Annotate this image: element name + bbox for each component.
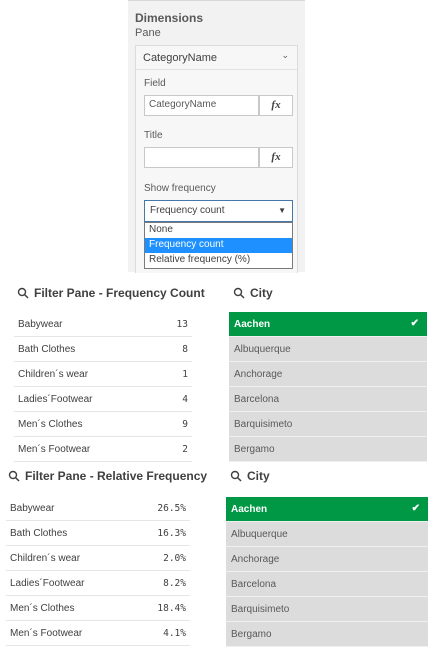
item-frequency: 1 — [182, 369, 188, 380]
city-pane-2-title: City — [247, 469, 270, 483]
item-frequency: 2 — [182, 444, 188, 455]
item-frequency: 26.5% — [157, 503, 186, 514]
item-frequency: 2.0% — [163, 553, 186, 564]
option-relative-frequency[interactable]: Relative frequency (%) — [145, 253, 292, 268]
city-item[interactable]: Barcelona — [229, 387, 427, 412]
city-item[interactable]: Bergamo — [226, 622, 428, 647]
item-name: Babywear — [10, 503, 55, 514]
search-icon[interactable] — [17, 287, 29, 299]
filter-pane-count-title: Filter Pane - Frequency Count — [34, 286, 205, 300]
city-name: Barcelona — [231, 579, 277, 590]
panel-heading: Dimensions — [135, 11, 204, 25]
city-name: Albuquerque — [234, 344, 291, 355]
list-item[interactable]: Bath Clothes 16.3% — [6, 521, 190, 546]
search-icon[interactable] — [230, 470, 242, 482]
list-item[interactable]: Bath Clothes 8 — [14, 337, 192, 362]
item-frequency: 8 — [182, 344, 188, 355]
item-name: Babywear — [18, 319, 63, 330]
title-input[interactable] — [144, 147, 259, 168]
list-item[interactable]: Ladies´Footwear 8.2% — [6, 571, 190, 596]
filter-pane-relative-list: Babywear 26.5% Bath Clothes 16.3% Children… — [6, 496, 190, 646]
list-item[interactable]: Babywear 26.5% — [6, 496, 190, 521]
list-item[interactable]: Men´s Clothes 18.4% — [6, 596, 190, 621]
check-icon: ✔ — [410, 318, 419, 329]
show-frequency-options: None Frequency count Relative frequency … — [144, 222, 293, 269]
dimension-card-header[interactable]: CategoryName ⌄ — [136, 46, 297, 70]
properties-panel: Dimensions Pane CategoryName ⌄ Field Cat… — [128, 0, 305, 273]
item-name: Ladies´Footwear — [18, 394, 93, 405]
search-icon[interactable] — [233, 287, 245, 299]
city-item[interactable]: Barquisimeto — [229, 412, 427, 437]
filter-pane-relative-title: Filter Pane - Relative Frequency — [25, 469, 208, 483]
item-name: Men´s Clothes — [10, 603, 75, 614]
city-name: Anchorage — [234, 369, 283, 380]
item-frequency: 4.1% — [163, 628, 186, 639]
item-frequency: 9 — [182, 419, 188, 430]
item-name: Men´s Footwear — [10, 628, 83, 639]
option-frequency-count[interactable]: Frequency count — [145, 238, 292, 253]
city-name: Bergamo — [234, 444, 275, 455]
item-name: Men´s Footwear — [18, 444, 91, 455]
city-item[interactable]: Albuquerque — [229, 337, 427, 362]
item-name: Children´s wear — [10, 553, 81, 564]
city-item[interactable]: Albuquerque — [226, 522, 428, 547]
item-name: Bath Clothes — [18, 344, 76, 355]
search-icon[interactable] — [8, 470, 20, 482]
city-name: Barquisimeto — [231, 604, 290, 615]
item-name: Children´s wear — [18, 369, 89, 380]
item-frequency: 4 — [182, 394, 188, 405]
field-input[interactable]: CategoryName — [144, 95, 259, 116]
city-item[interactable]: Anchorage — [229, 362, 427, 387]
city-item[interactable]: Anchorage — [226, 547, 428, 572]
list-item[interactable]: Men´s Clothes 9 — [14, 412, 192, 437]
city-pane-1-list: Aachen ✔ Albuquerque Anchorage Barcelona … — [229, 312, 427, 462]
city-name: Barcelona — [234, 394, 280, 405]
city-pane-1-title: City — [250, 286, 273, 300]
city-name: Aachen — [231, 504, 268, 515]
panel-subheading: Pane — [135, 27, 161, 39]
list-item[interactable]: Children´s wear 1 — [14, 362, 192, 387]
item-name: Ladies´Footwear — [10, 578, 85, 589]
item-frequency: 16.3% — [157, 528, 186, 539]
city-item[interactable]: Barcelona — [226, 572, 428, 597]
city-pane-1-header[interactable]: City — [233, 286, 273, 300]
show-frequency-value: Frequency count — [150, 205, 225, 216]
dimension-card: CategoryName ⌄ Field CategoryName fx Tit… — [135, 45, 298, 273]
city-item-selected[interactable]: Aachen ✔ — [226, 497, 428, 522]
city-name: Anchorage — [231, 554, 280, 565]
city-name: Bergamo — [231, 629, 272, 640]
filter-pane-count-header[interactable]: Filter Pane - Frequency Count — [17, 286, 205, 300]
item-name: Men´s Clothes — [18, 419, 83, 430]
dimension-card-title: CategoryName — [143, 52, 217, 64]
item-frequency: 8.2% — [163, 578, 186, 589]
filter-pane-count-list: Babywear 13 Bath Clothes 8 Children´s wear… — [14, 312, 192, 462]
show-frequency-select[interactable]: Frequency count ▼ — [144, 200, 293, 222]
dropdown-arrow-icon[interactable]: ▼ — [278, 206, 286, 215]
city-name: Barquisimeto — [234, 419, 293, 430]
option-none[interactable]: None — [145, 223, 292, 238]
title-expression-button[interactable]: fx — [259, 147, 293, 168]
city-name: Aachen — [234, 319, 271, 330]
item-frequency: 18.4% — [157, 603, 186, 614]
list-item[interactable]: Babywear 13 — [14, 312, 192, 337]
filter-pane-relative-header[interactable]: Filter Pane - Relative Frequency — [8, 469, 207, 483]
list-item[interactable]: Children´s wear 2.0% — [6, 546, 190, 571]
list-item[interactable]: Men´s Footwear 2 — [14, 437, 192, 462]
city-item[interactable]: Bergamo — [229, 437, 427, 462]
title-label: Title — [144, 130, 163, 141]
city-pane-2-list: Aachen ✔ Albuquerque Anchorage Barcelona … — [226, 497, 428, 647]
field-label: Field — [144, 78, 166, 89]
item-frequency: 13 — [176, 319, 188, 330]
check-icon: ✔ — [411, 503, 420, 514]
field-expression-button[interactable]: fx — [259, 95, 293, 116]
list-item[interactable]: Men´s Footwear 4.1% — [6, 621, 190, 646]
city-item[interactable]: Barquisimeto — [226, 597, 428, 622]
city-item-selected[interactable]: Aachen ✔ — [229, 312, 427, 337]
chevron-down-icon[interactable]: ⌄ — [281, 50, 289, 61]
city-pane-2-header[interactable]: City — [230, 469, 270, 483]
list-item[interactable]: Ladies´Footwear 4 — [14, 387, 192, 412]
city-name: Albuquerque — [231, 529, 288, 540]
show-frequency-label: Show frequency — [144, 183, 216, 194]
item-name: Bath Clothes — [10, 528, 68, 539]
